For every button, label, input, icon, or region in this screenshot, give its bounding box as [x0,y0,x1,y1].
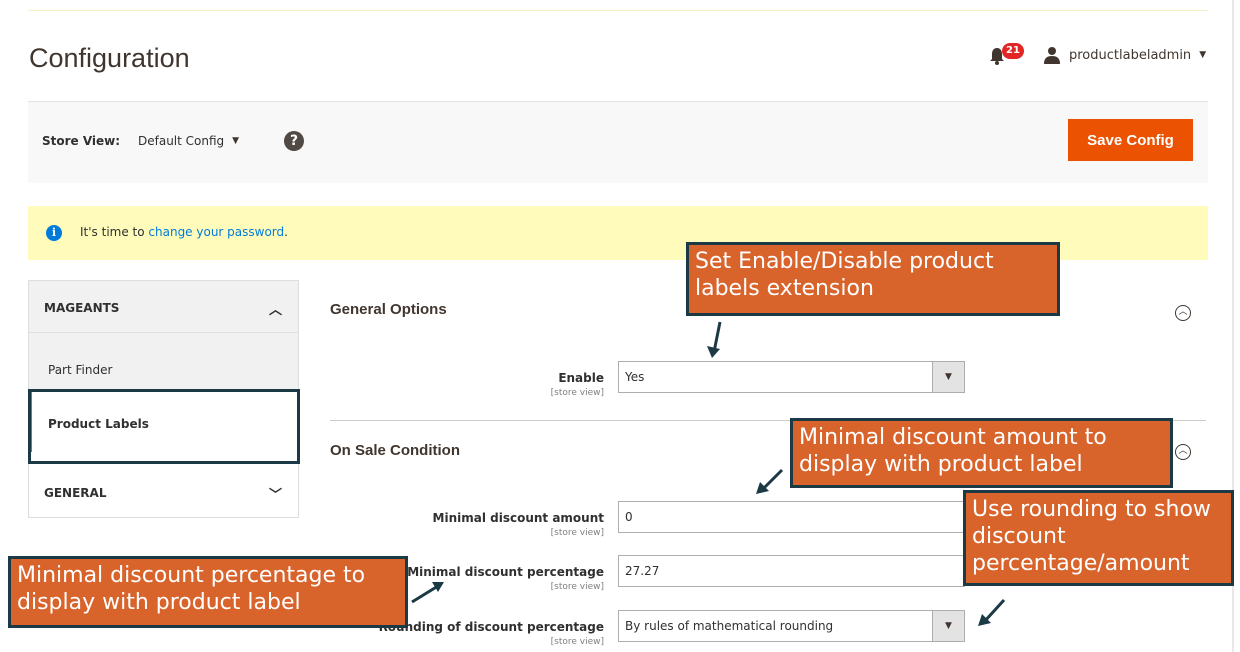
username: productlabeladmin [1069,47,1192,63]
sidebar-section-mageants[interactable]: MAGEANTS ︿ [29,281,298,333]
on-sale-condition-title[interactable]: On Sale Condition [330,442,460,459]
notice-prefix: It's time to [80,225,149,239]
arrow-icon [978,598,1006,626]
min-discount-amount-input[interactable]: 0 [618,501,965,533]
rounding-select[interactable]: By rules of mathematical rounding ▼ [618,610,965,642]
change-password-link[interactable]: change your password [148,225,284,239]
top-divider [28,10,1208,11]
user-icon [1044,47,1060,64]
notification-count-badge[interactable]: 21 [1002,43,1024,59]
user-menu[interactable]: productlabeladmin ▼ [1043,46,1206,64]
chevron-up-icon: ︿ [268,303,282,318]
enable-scope: [store view] [550,388,604,398]
store-view-switcher[interactable]: Default Config ▼ [138,134,239,148]
callout-rounding: Use rounding to show discount percentage… [963,490,1234,586]
sidebar-item-label: Part Finder [48,363,113,377]
store-view-toolbar: Store View: Default Config ▼ ? Save Conf… [28,101,1208,183]
chevron-down-icon: ▼ [1199,50,1207,60]
save-config-button[interactable]: Save Config [1068,119,1193,161]
chevron-down-icon: ▼ [232,136,240,146]
info-icon: i [46,225,62,241]
notice-text: It's time to change your password. [80,225,288,239]
min-discount-amount-scope: [store view] [550,528,604,538]
rounding-scope: [store view] [550,637,604,647]
sidebar-section-label: MAGEANTS [44,301,120,315]
general-options-title[interactable]: General Options [330,301,447,318]
callout-min-amount: Minimal discount amount to display with … [790,418,1173,488]
help-icon[interactable]: ? [284,131,304,151]
min-discount-percentage-input[interactable]: 27.27 [618,555,965,587]
chevron-down-icon: ﹀ [268,488,282,503]
sidebar-item-part-finder[interactable]: Part Finder [29,333,298,392]
min-discount-amount-label: Minimal discount amount [432,511,604,525]
callout-enable: Set Enable/Disable product labels extens… [686,242,1060,316]
rounding-select-value: By rules of mathematical rounding [625,619,834,633]
collapse-icon[interactable]: ︿ [1175,444,1191,460]
arrow-icon [411,582,444,604]
arrow-icon [707,321,722,358]
product-labels-highlight [28,389,300,464]
store-view-value: Default Config [138,134,225,148]
enable-select-value: Yes [625,370,645,384]
callout-min-percentage: Minimal discount percentage to display w… [8,556,408,628]
sidebar-section-general[interactable]: GENERAL ﹀ [29,456,298,516]
enable-label: Enable [558,371,604,385]
arrow-icon [756,468,784,494]
chevron-down-icon: ▼ [932,362,964,392]
notice-suffix: . [284,225,288,239]
sidebar-section-label: GENERAL [44,486,107,500]
page-title: Configuration [29,43,190,73]
collapse-icon[interactable]: ︿ [1175,305,1191,321]
chevron-down-icon: ▼ [932,611,964,641]
store-view-label: Store View: [42,134,121,148]
enable-select[interactable]: Yes ▼ [618,361,965,393]
